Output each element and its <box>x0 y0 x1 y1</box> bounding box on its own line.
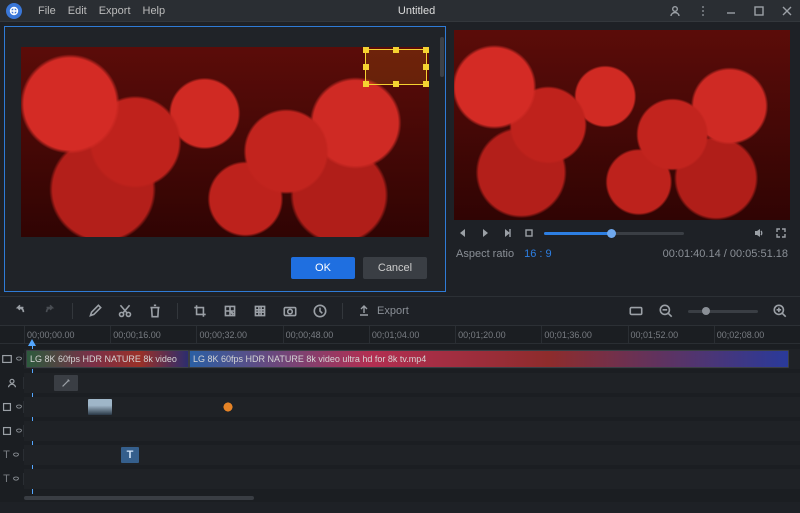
dialog-scrollbar[interactable] <box>439 37 445 241</box>
fit-icon[interactable] <box>628 303 644 319</box>
text-clip[interactable]: T <box>121 447 139 463</box>
text-track-2[interactable]: T <box>0 468 800 490</box>
next-frame-icon[interactable] <box>500 226 514 240</box>
grid-icon[interactable] <box>252 303 268 319</box>
seek-bar[interactable] <box>544 232 684 235</box>
ruler-tick: 00;00;16.00 <box>110 326 196 343</box>
aspect-value[interactable]: 16 : 9 <box>524 248 552 260</box>
ruler-tick: 00;00;00.00 <box>24 326 110 343</box>
more-icon[interactable] <box>696 4 710 18</box>
timeline: 00;00;00.00 00;00;16.00 00;00;32.00 00;0… <box>0 326 800 502</box>
minimize-icon[interactable] <box>724 4 738 18</box>
overlay-track-2[interactable] <box>0 420 800 442</box>
aspect-label: Aspect ratio <box>456 248 514 260</box>
crop-image <box>21 47 429 237</box>
crop-handle-tc[interactable] <box>393 47 399 53</box>
crop-handle-bc[interactable] <box>393 81 399 87</box>
menu-edit[interactable]: Edit <box>68 5 87 17</box>
time-display: 00:01:40.14 / 00:05:51.18 <box>663 248 788 260</box>
dialog-buttons: OK Cancel <box>5 247 445 291</box>
main-menu: File Edit Export Help <box>38 5 165 17</box>
ruler-tick: 00;02;08.00 <box>714 326 800 343</box>
player-controls <box>454 220 790 246</box>
video-track-1[interactable]: LG 8K 60fps HDR NATURE 8k video LG 8K 60… <box>0 348 800 370</box>
edit-icon[interactable] <box>87 303 103 319</box>
seek-knob[interactable] <box>607 229 616 238</box>
ok-button[interactable]: OK <box>291 257 355 279</box>
undo-icon[interactable] <box>12 303 28 319</box>
overlay-clip-1[interactable] <box>88 399 112 415</box>
crop-handle-bl[interactable] <box>363 81 369 87</box>
play-icon[interactable] <box>478 226 492 240</box>
aspect-ratio-row: Aspect ratio 16 : 9 00:01:40.14 / 00:05:… <box>454 246 790 266</box>
toolbar: Export <box>0 296 800 326</box>
main-area: OK Cancel Aspect ratio 16 : 9 00:01:40.1… <box>0 22 800 296</box>
window-title: Untitled <box>177 5 656 17</box>
tracks: LG 8K 60fps HDR NATURE 8k video LG 8K 60… <box>0 344 800 494</box>
time-ruler[interactable]: 00;00;00.00 00;00;16.00 00;00;32.00 00;0… <box>0 326 800 344</box>
cut-icon[interactable] <box>117 303 133 319</box>
account-icon[interactable] <box>668 4 682 18</box>
cancel-button[interactable]: Cancel <box>363 257 427 279</box>
crop-icon[interactable] <box>192 303 208 319</box>
zoom-out-icon[interactable] <box>658 303 674 319</box>
stop-icon[interactable] <box>522 226 536 240</box>
zoom-slider[interactable] <box>688 310 758 313</box>
zoom-knob[interactable] <box>702 307 710 315</box>
menu-file[interactable]: File <box>38 5 56 17</box>
ruler-tick: 00;00;32.00 <box>196 326 282 343</box>
clip-video-2[interactable]: LG 8K 60fps HDR NATURE 8k video ultra hd… <box>189 350 789 368</box>
camera-icon[interactable] <box>282 303 298 319</box>
crop-handle-tr[interactable] <box>423 47 429 53</box>
ruler-tick: 00;01;36.00 <box>541 326 627 343</box>
window-controls <box>668 4 794 18</box>
overlay-clip-2[interactable] <box>216 399 240 415</box>
delete-icon[interactable] <box>147 303 163 319</box>
ruler-tick: 00;01;52.00 <box>628 326 714 343</box>
overlay-track[interactable] <box>0 396 800 418</box>
menu-export[interactable]: Export <box>99 5 131 17</box>
crop-handle-rc[interactable] <box>423 64 429 70</box>
crop-preview[interactable] <box>21 47 429 237</box>
duration-icon[interactable] <box>312 303 328 319</box>
timeline-scrollbar[interactable] <box>0 494 800 502</box>
effect-track[interactable] <box>0 372 800 394</box>
player-pane: Aspect ratio 16 : 9 00:01:40.14 / 00:05:… <box>450 22 800 296</box>
text-track-1[interactable]: T T <box>0 444 800 466</box>
menu-help[interactable]: Help <box>143 5 166 17</box>
app-logo <box>6 3 22 19</box>
volume-icon[interactable] <box>752 226 766 240</box>
effect-clip[interactable] <box>54 375 78 391</box>
zoom-in-icon[interactable] <box>772 303 788 319</box>
ruler-tick: 00;00;48.00 <box>283 326 369 343</box>
close-icon[interactable] <box>780 4 794 18</box>
crop-handle-tl[interactable] <box>363 47 369 53</box>
crop-handle-lc[interactable] <box>363 64 369 70</box>
fullscreen-icon[interactable] <box>774 226 788 240</box>
prev-frame-icon[interactable] <box>456 226 470 240</box>
maximize-icon[interactable] <box>752 4 766 18</box>
crop-dialog: OK Cancel <box>4 26 446 292</box>
title-bar: File Edit Export Help Untitled <box>0 0 800 22</box>
ruler-tick: 00;01;20.00 <box>455 326 541 343</box>
crop-handle-br[interactable] <box>423 81 429 87</box>
crop-selection[interactable] <box>365 49 427 85</box>
clip-video-1[interactable]: LG 8K 60fps HDR NATURE 8k video <box>26 350 189 368</box>
ruler-tick: 00;01;04.00 <box>369 326 455 343</box>
export-button[interactable]: Export <box>357 304 409 318</box>
player-preview[interactable] <box>454 30 790 220</box>
mosaic-icon[interactable] <box>222 303 238 319</box>
redo-icon[interactable] <box>42 303 58 319</box>
